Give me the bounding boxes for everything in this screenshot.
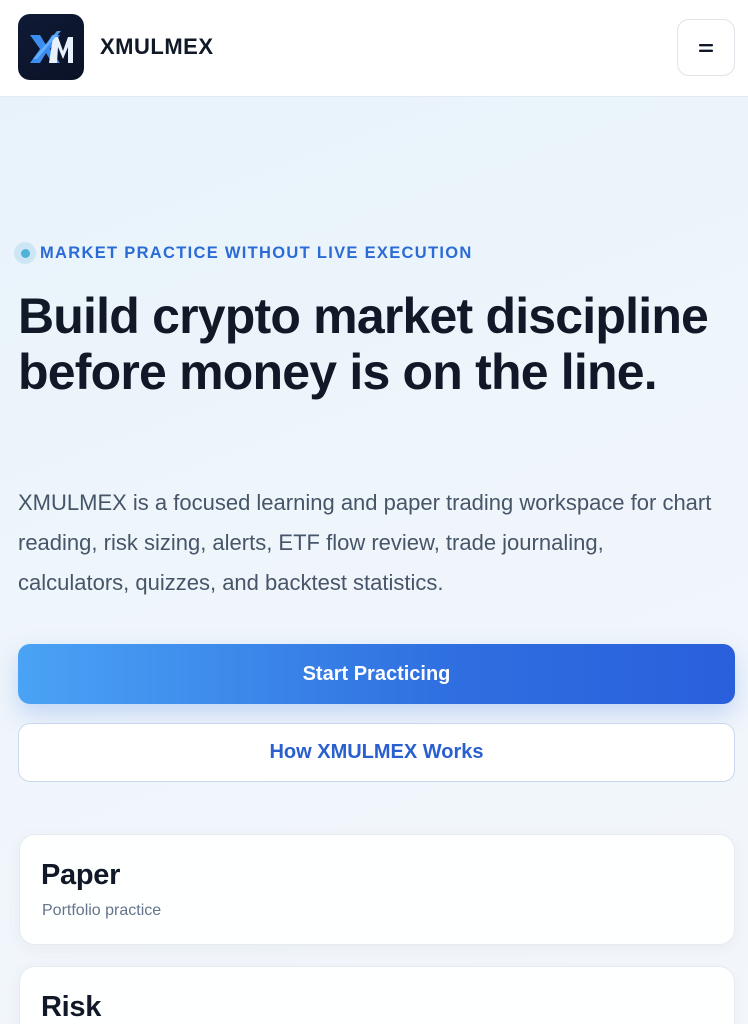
feature-card-paper: Paper Portfolio practice: [19, 834, 735, 945]
feature-card-risk: Risk: [19, 966, 735, 1024]
eyebrow-text: MARKET PRACTICE WITHOUT LIVE EXECUTION: [40, 243, 473, 262]
status-dot-icon: [14, 242, 36, 264]
hero-eyebrow: MARKET PRACTICE WITHOUT LIVE EXECUTION: [14, 241, 473, 265]
card-title: Paper: [41, 859, 121, 891]
hero-description: XMULMEX is a focused learning and paper …: [18, 490, 712, 595]
menu-icon: [699, 43, 713, 52]
xm-logo-icon: [30, 31, 73, 63]
site-header: XMULMEX: [0, 0, 748, 97]
hero-headline: Build crypto market discipline before mo…: [18, 288, 709, 400]
start-practicing-button[interactable]: Start Practicing: [18, 644, 735, 704]
brand-logo[interactable]: [18, 14, 84, 80]
card-title: Risk: [41, 991, 102, 1023]
how-it-works-button[interactable]: How XMULMEX Works: [18, 723, 735, 782]
card-subtitle: Portfolio practice: [42, 902, 162, 919]
menu-button[interactable]: [677, 19, 735, 76]
brand-name[interactable]: XMULMEX: [100, 34, 214, 60]
